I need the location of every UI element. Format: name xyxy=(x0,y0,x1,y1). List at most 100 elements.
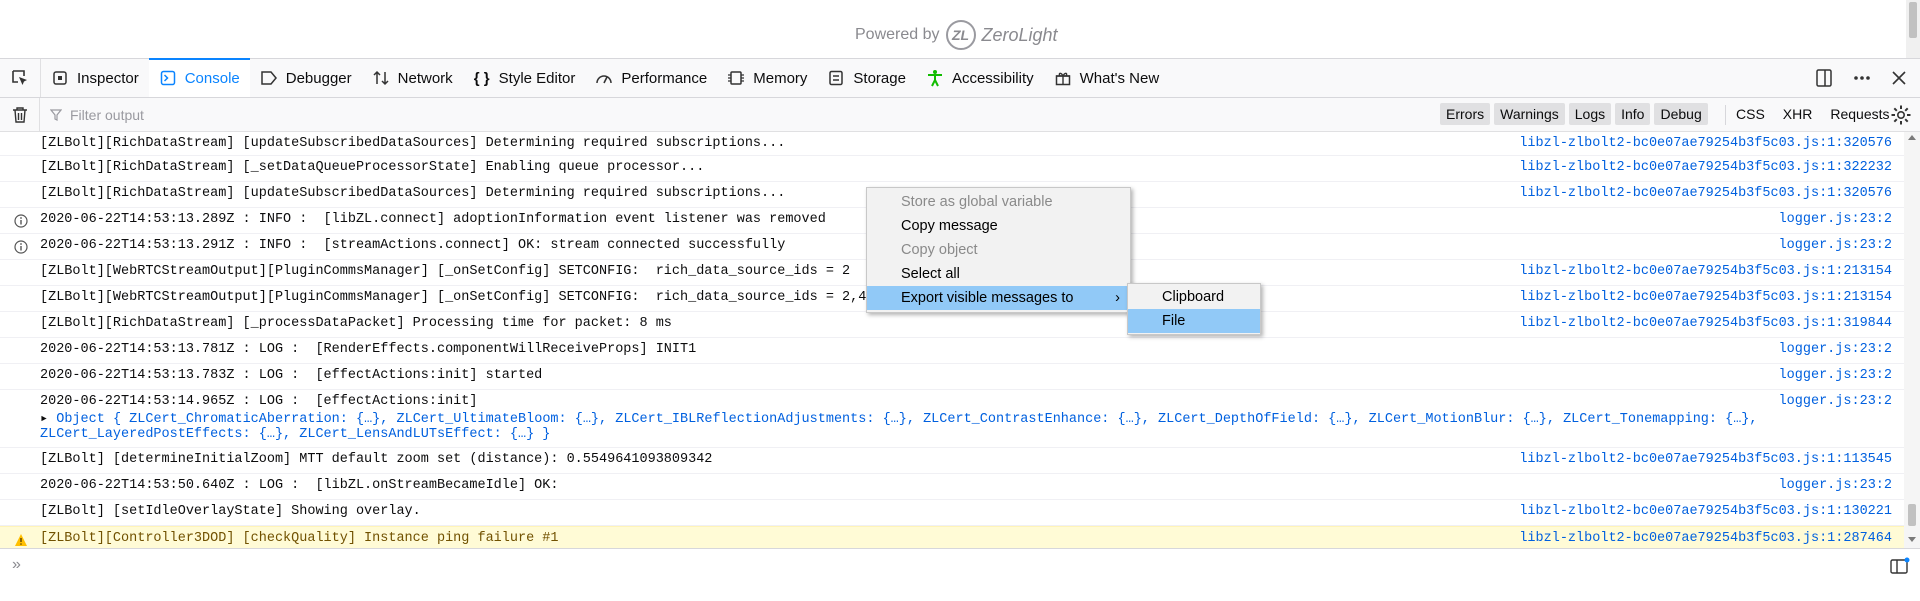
clear-console-button[interactable] xyxy=(0,97,40,132)
log-source-link[interactable]: libzl-zlbolt2-bc0e07ae79254b3f5c03.js:1:… xyxy=(1519,160,1892,175)
log-row[interactable]: [ZLBolt] [determineInitialZoom] MTT defa… xyxy=(0,448,1904,474)
log-source-link[interactable]: libzl-zlbolt2-bc0e07ae79254b3f5c03.js:1:… xyxy=(1519,290,1892,305)
submenu-item-file[interactable]: File xyxy=(1128,309,1260,333)
zerolight-logo-icon: ZL xyxy=(945,20,976,50)
log-source-link[interactable]: libzl-zlbolt2-bc0e07ae79254b3f5c03.js:1:… xyxy=(1519,316,1892,331)
log-row[interactable]: 2020-06-22T14:53:50.640Z : LOG : [libZL.… xyxy=(0,474,1904,500)
storage-icon xyxy=(827,69,845,87)
filter-icon xyxy=(50,108,62,121)
filter-output xyxy=(50,105,1050,124)
element-picker-button[interactable] xyxy=(0,59,41,97)
tab-network[interactable]: Network xyxy=(362,59,463,97)
page-scrollbar-thumb[interactable] xyxy=(1909,2,1917,38)
tab-label: Performance xyxy=(621,69,708,87)
log-source-link[interactable]: libzl-zlbolt2-bc0e07ae79254b3f5c03.js:1:… xyxy=(1519,186,1892,201)
editor-mode-toggle-icon[interactable] xyxy=(1890,557,1910,575)
memory-icon xyxy=(727,69,745,87)
tab-whats-new[interactable]: What's New xyxy=(1044,59,1170,97)
log-row-object[interactable]: 2020-06-22T14:53:14.965Z : LOG : [effect… xyxy=(0,390,1904,448)
console-scrollbar[interactable] xyxy=(1904,132,1920,548)
log-row[interactable]: [ZLBolt] [setIdleOverlayState] Showing o… xyxy=(0,500,1904,526)
log-message: [ZLBolt][WebRTCStreamOutput][PluginComms… xyxy=(40,264,851,279)
menu-item-select-all[interactable]: Select all xyxy=(867,262,1130,286)
log-row[interactable]: [ZLBolt][RichDataStream] [_processDataPa… xyxy=(0,312,1904,338)
submenu-arrow-icon: › xyxy=(1115,290,1120,306)
export-submenu: Clipboard File xyxy=(1127,283,1261,335)
tab-label: Style Editor xyxy=(498,69,576,87)
log-source-link[interactable]: libzl-zlbolt2-bc0e07ae79254b3f5c03.js:1:… xyxy=(1519,504,1892,519)
tab-debugger[interactable]: Debugger xyxy=(250,59,362,97)
log-source-link[interactable]: logger.js:23:2 xyxy=(1779,394,1892,409)
menu-item-store-global[interactable]: Store as global variable xyxy=(867,190,1130,214)
scroll-down-icon[interactable] xyxy=(1908,537,1916,542)
filter-errors-button[interactable]: Errors xyxy=(1440,103,1491,125)
filter-info-button[interactable]: Info xyxy=(1615,103,1651,125)
tab-accessibility[interactable]: Accessibility xyxy=(916,59,1044,97)
tab-label: Memory xyxy=(753,69,808,87)
console-filter-bar: Errors Warnings Logs Info Debug CSS XHR … xyxy=(0,97,1920,132)
log-source-link[interactable]: logger.js:23:2 xyxy=(1779,368,1892,383)
filter-xhr-button[interactable]: XHR xyxy=(1783,106,1813,122)
tab-performance[interactable]: Performance xyxy=(585,59,717,97)
debugger-icon xyxy=(260,69,278,87)
log-message: [ZLBolt] [setIdleOverlayState] Showing o… xyxy=(40,504,421,519)
submenu-item-clipboard[interactable]: Clipboard xyxy=(1128,285,1260,309)
tab-label: Accessibility xyxy=(951,69,1034,87)
tab-label: Debugger xyxy=(285,69,352,87)
log-level-filters: Errors Warnings Logs Info Debug xyxy=(1440,103,1708,125)
expand-twisty-icon[interactable]: ▸ xyxy=(40,412,56,427)
filter-input[interactable] xyxy=(68,105,972,124)
log-row[interactable]: [ZLBolt][RichDataStream] [_setDataQueueP… xyxy=(0,156,1904,182)
log-source-link[interactable]: logger.js:23:2 xyxy=(1779,478,1892,493)
log-source-link[interactable]: libzl-zlbolt2-bc0e07ae79254b3f5c03.js:1:… xyxy=(1519,264,1892,279)
log-message: 2020-06-22T14:53:50.640Z : LOG : [libZL.… xyxy=(40,478,559,493)
page-scrollbar[interactable] xyxy=(1906,0,1920,58)
dock-side-icon[interactable] xyxy=(1814,68,1834,88)
filter-css-button[interactable]: CSS xyxy=(1736,106,1765,122)
menu-item-copy-object[interactable]: Copy object xyxy=(867,238,1130,262)
info-icon xyxy=(14,240,28,254)
menu-item-export-visible[interactable]: Export visible messages to › xyxy=(867,286,1130,310)
filter-debug-button[interactable]: Debug xyxy=(1654,103,1708,125)
tab-memory[interactable]: Memory xyxy=(717,59,817,97)
log-source-link[interactable]: logger.js:23:2 xyxy=(1779,342,1892,357)
filter-warnings-button[interactable]: Warnings xyxy=(1494,103,1565,125)
trash-icon xyxy=(12,106,27,123)
style-editor-icon: { } xyxy=(473,69,490,87)
close-icon[interactable] xyxy=(1890,69,1908,87)
tab-console[interactable]: Console xyxy=(148,58,250,97)
inspector-icon xyxy=(51,69,69,87)
powered-by-text: Powered by xyxy=(855,26,940,43)
console-settings-gear-icon[interactable] xyxy=(1890,104,1912,126)
log-source-link[interactable]: logger.js:23:2 xyxy=(1779,238,1892,253)
network-icon xyxy=(372,69,390,87)
log-source-link[interactable]: libzl-zlbolt2-bc0e07ae79254b3f5c03.js:1:… xyxy=(1519,136,1892,151)
toolbar-right-controls xyxy=(1814,59,1920,97)
tab-inspector[interactable]: Inspector xyxy=(41,59,149,97)
zerolight-brand: ZeroLight xyxy=(981,24,1058,45)
log-source-link[interactable]: libzl-zlbolt2-bc0e07ae79254b3f5c03.js:1:… xyxy=(1519,531,1892,546)
console-scrollbar-thumb[interactable] xyxy=(1908,504,1916,526)
log-row-warning[interactable]: [ZLBolt][Controller3DOD] [checkQuality] … xyxy=(0,526,1904,548)
tab-style-editor[interactable]: { } Style Editor xyxy=(463,59,586,97)
object-preview-line2[interactable]: ZLCert_LayeredPostEffects: {…}, ZLCert_L… xyxy=(40,427,550,442)
tab-storage[interactable]: Storage xyxy=(817,59,916,97)
menu-item-copy-message[interactable]: Copy message xyxy=(867,214,1130,238)
object-preview-line1[interactable]: ▸ Object { ZLCert_ChromaticAberration: {… xyxy=(40,410,1758,427)
log-source-link[interactable]: libzl-zlbolt2-bc0e07ae79254b3f5c03.js:1:… xyxy=(1519,452,1892,467)
scroll-up-icon[interactable] xyxy=(1908,135,1916,140)
log-row[interactable]: 2020-06-22T14:53:13.783Z : LOG : [effect… xyxy=(0,364,1904,390)
devtools-tabs: Inspector Console Debugger Network { } S… xyxy=(41,58,1170,97)
log-row[interactable]: 2020-06-22T14:53:13.781Z : LOG : [Render… xyxy=(0,338,1904,364)
log-message: [ZLBolt][WebRTCStreamOutput][PluginComms… xyxy=(40,290,867,305)
log-row[interactable]: [ZLBolt][RichDataStream] [updateSubscrib… xyxy=(0,132,1904,156)
console-input[interactable]: » xyxy=(0,548,1920,582)
context-menu: Store as global variable Copy message Co… xyxy=(866,187,1131,313)
more-options-icon[interactable] xyxy=(1852,68,1872,88)
log-source-link[interactable]: logger.js:23:2 xyxy=(1779,212,1892,227)
filter-requests-button[interactable]: Requests xyxy=(1830,106,1889,122)
tab-label: Network xyxy=(397,69,453,87)
filter-logs-button[interactable]: Logs xyxy=(1568,103,1612,125)
log-message: 2020-06-22T14:53:13.291Z : INFO : [strea… xyxy=(40,238,786,253)
console-prompt-icon: » xyxy=(12,556,21,573)
